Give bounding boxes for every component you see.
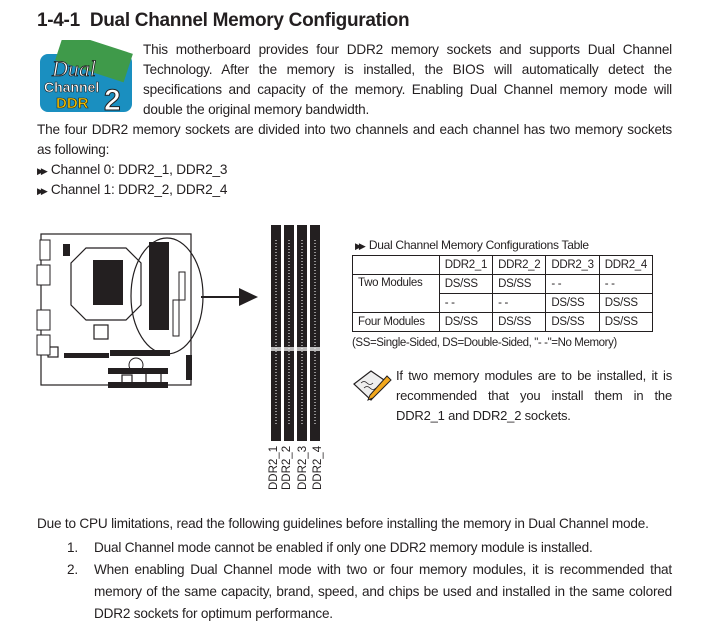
slot-label: DDR2_2 — [281, 445, 293, 490]
svg-text:2: 2 — [104, 84, 121, 115]
svg-text:DDR: DDR — [56, 95, 89, 112]
table-title: ▶▶ Dual Channel Memory Configurations Tab… — [355, 238, 589, 252]
table-row: Four Modules DS/SS DS/SS DS/SS DS/SS — [352, 312, 654, 332]
slot-label: DDR2_3 — [297, 445, 309, 490]
svg-text:Channel: Channel — [44, 79, 99, 95]
table-legend: (SS=Single-Sided, DS=Double-Sided, "- -"… — [352, 337, 617, 349]
slot-label: DDR2_1 — [268, 445, 280, 490]
double-arrow-icon: ▶▶ — [37, 166, 48, 176]
note-pencil-icon — [353, 370, 392, 401]
svg-text:Dual: Dual — [51, 56, 96, 81]
memory-config-table: DDR2_1 DDR2_2 DDR2_3 DDR2_4 Two Modules … — [352, 255, 654, 332]
double-arrow-icon: ▶▶ — [37, 186, 48, 196]
table-header-row: DDR2_1 DDR2_2 DDR2_3 DDR2_4 — [352, 255, 654, 275]
channel-0: ▶▶ Channel 0: DDR2_1, DDR2_3 — [37, 162, 228, 177]
guidelines-intro: Due to CPU limitations, read the followi… — [37, 516, 649, 531]
table-row: Two Modules DS/SS DS/SS - - - - — [352, 274, 654, 313]
channels-intro: The four DDR2 memory sockets are divided… — [37, 122, 672, 157]
slot-labels: DDR2_1 DDR2_2 DDR2_3 DDR2_4 — [268, 443, 332, 493]
manual-page: 1-4-1 Dual Channel Memory Configuration … — [0, 0, 702, 636]
note-text: If two memory modules are to be installe… — [396, 368, 672, 423]
section-heading: 1-4-1 Dual Channel Memory Configuration — [37, 10, 410, 31]
double-arrow-icon: ▶▶ — [355, 241, 366, 251]
slot-label: DDR2_4 — [312, 445, 324, 490]
dual-channel-ddr2-logo: Dual Channel DDR 2 — [40, 40, 133, 115]
dimm-slots — [269, 225, 322, 441]
intro-paragraph: This motherboard provides four DDR2 memo… — [143, 42, 672, 117]
channel-1: ▶▶ Channel 1: DDR2_2, DDR2_4 — [37, 182, 228, 197]
